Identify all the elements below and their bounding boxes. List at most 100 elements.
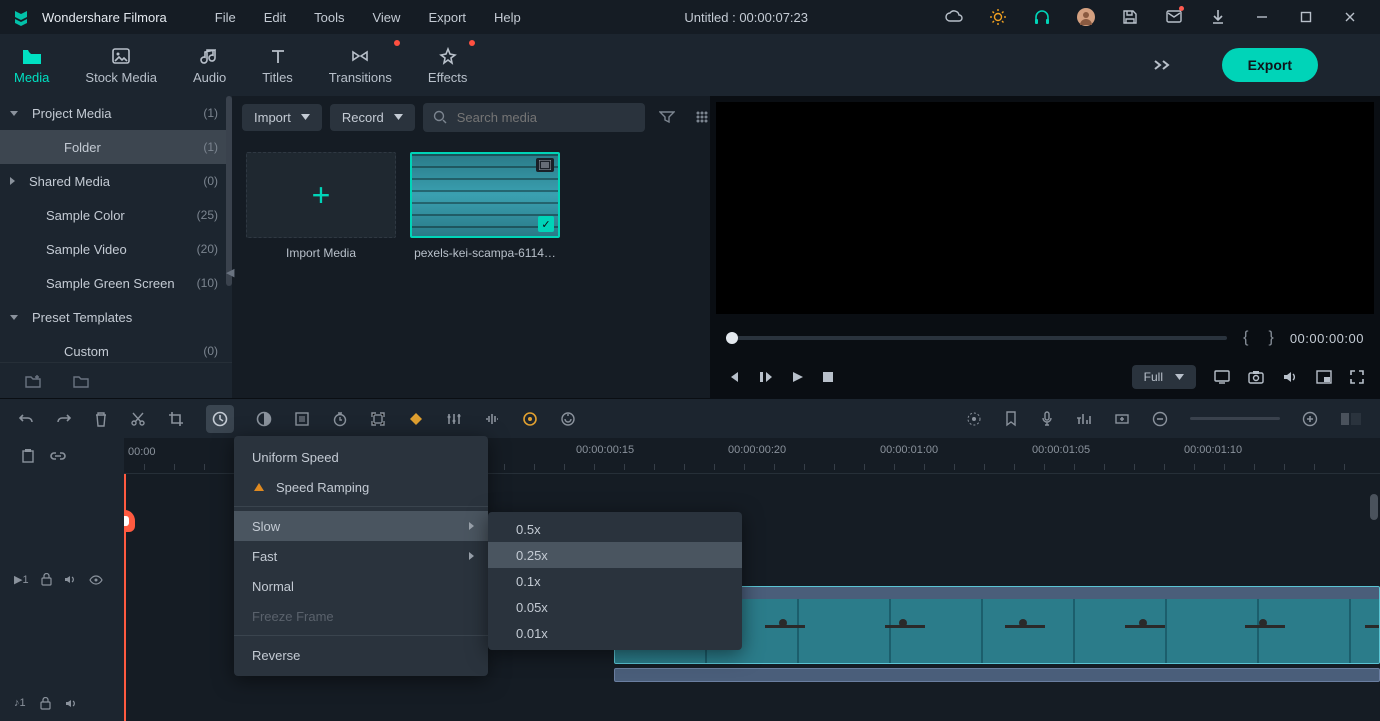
audio-track-header[interactable]: ♪1 [0,685,124,721]
sun-icon[interactable] [980,0,1016,34]
scrub-bar[interactable] [726,336,1227,340]
sidebar-item[interactable]: Custom(0) [0,334,232,362]
close-icon[interactable] [1332,0,1368,34]
menu-item[interactable]: Normal [234,571,488,601]
adjust-icon[interactable] [446,411,462,427]
avatar-icon[interactable] [1068,0,1104,34]
submenu-item[interactable]: 0.01x [488,620,742,646]
menu-item[interactable]: Slow [234,511,488,541]
tab-audio[interactable]: Audio [193,42,226,89]
sidebar-item[interactable]: Sample Green Screen(10) [0,266,232,300]
cut-icon[interactable] [130,411,146,427]
tab-transitions[interactable]: Transitions [329,42,392,89]
import-dropdown[interactable]: Import [242,104,322,131]
fullscreen-icon[interactable] [1350,370,1364,384]
undo-icon[interactable] [18,412,34,426]
menu-item[interactable]: Reverse [234,640,488,670]
prev-frame-icon[interactable] [726,370,740,384]
play-pause-icon[interactable] [758,370,772,384]
playhead[interactable] [124,474,126,721]
mute-icon[interactable] [65,698,78,709]
search-box[interactable] [423,103,645,132]
link-icon[interactable] [50,449,66,463]
audio-adjust-icon[interactable] [484,412,500,426]
menu-tools[interactable]: Tools [304,10,354,25]
filter-icon[interactable] [653,110,681,124]
motion-icon[interactable] [522,411,538,427]
maximize-icon[interactable] [1288,0,1324,34]
volume-icon[interactable] [1282,370,1298,384]
minimize-icon[interactable] [1244,0,1280,34]
duration-icon[interactable] [332,411,348,427]
clipboard-icon[interactable] [20,448,36,464]
scrub-head[interactable] [726,332,738,344]
lock-icon[interactable] [40,697,51,710]
zoom-in-icon[interactable] [1302,411,1318,427]
folder-icon[interactable] [72,373,90,389]
add-track-icon[interactable] [1114,412,1130,426]
expand-icon[interactable] [1152,58,1172,72]
menu-item[interactable]: Freeze Frame [234,601,488,631]
delete-icon[interactable] [94,411,108,427]
menu-view[interactable]: View [362,10,410,25]
message-icon[interactable] [1156,0,1192,34]
cloud-icon[interactable] [936,0,972,34]
eye-icon[interactable] [89,575,103,585]
greenscreen-icon[interactable] [294,411,310,427]
submenu-item[interactable]: 0.05x [488,594,742,620]
sidebar-item[interactable]: Shared Media(0) [0,164,232,198]
zoom-slider[interactable] [1190,417,1280,420]
voiceover-icon[interactable] [1040,411,1054,427]
speed-icon[interactable] [206,405,234,433]
quality-select[interactable]: Full [1132,365,1196,389]
sidebar-item[interactable]: Project Media(1) [0,96,232,130]
sidebar-item[interactable]: Folder(1) [0,130,232,164]
lock-icon[interactable] [41,573,52,586]
headphones-icon[interactable] [1024,0,1060,34]
save-icon[interactable] [1112,0,1148,34]
submenu-item[interactable]: 0.1x [488,568,742,594]
menu-help[interactable]: Help [484,10,531,25]
record-dropdown[interactable]: Record [330,104,415,131]
menu-export[interactable]: Export [418,10,476,25]
menu-file[interactable]: File [205,10,246,25]
export-button[interactable]: Export [1222,48,1318,82]
screen-icon[interactable] [1214,370,1230,384]
import-tile[interactable]: + Import Media [246,152,396,384]
menu-item[interactable]: Fast [234,541,488,571]
tab-titles[interactable]: Titles [262,42,293,89]
menu-item[interactable]: Speed Ramping [234,472,488,502]
zoom-out-icon[interactable] [1152,411,1168,427]
sidebar-item[interactable]: Sample Color(25) [0,198,232,232]
clip-tile[interactable]: ✓ pexels-kei-scampa-6114… [410,152,560,384]
play-icon[interactable] [790,370,804,384]
sidebar-item[interactable]: Sample Video(20) [0,232,232,266]
stop-icon[interactable] [822,371,834,383]
submenu-item[interactable]: 0.5x [488,516,742,542]
audiomix-icon[interactable] [1076,412,1092,426]
preview-viewer[interactable] [716,102,1374,314]
marker-icon[interactable] [1004,411,1018,427]
render-icon[interactable] [966,411,982,427]
timeline-scrollbar[interactable] [1370,494,1378,520]
tab-effects[interactable]: Effects [428,42,468,89]
collapse-handle-icon[interactable]: ◀ [226,266,234,279]
snapshot-icon[interactable] [1248,370,1264,384]
crop-icon[interactable] [168,411,184,427]
pip-icon[interactable] [1316,370,1332,384]
menu-item[interactable]: Uniform Speed [234,442,488,472]
video-track-header[interactable]: ▶1 [0,532,124,628]
autofit-icon[interactable] [370,411,386,427]
submenu-item[interactable]: 0.25x [488,542,742,568]
sidebar-item[interactable]: Preset Templates [0,300,232,334]
mark-in-icon[interactable]: { [1239,329,1252,347]
mark-out-icon[interactable]: } [1264,329,1277,347]
zoom-fit-icon[interactable] [1340,412,1362,426]
stabilize-icon[interactable] [560,411,576,427]
mute-icon[interactable] [64,574,77,585]
redo-icon[interactable] [56,412,72,426]
tab-stock-media[interactable]: Stock Media [85,42,157,89]
search-input[interactable] [455,109,635,126]
tab-media[interactable]: Media [14,42,49,89]
color-icon[interactable] [256,411,272,427]
